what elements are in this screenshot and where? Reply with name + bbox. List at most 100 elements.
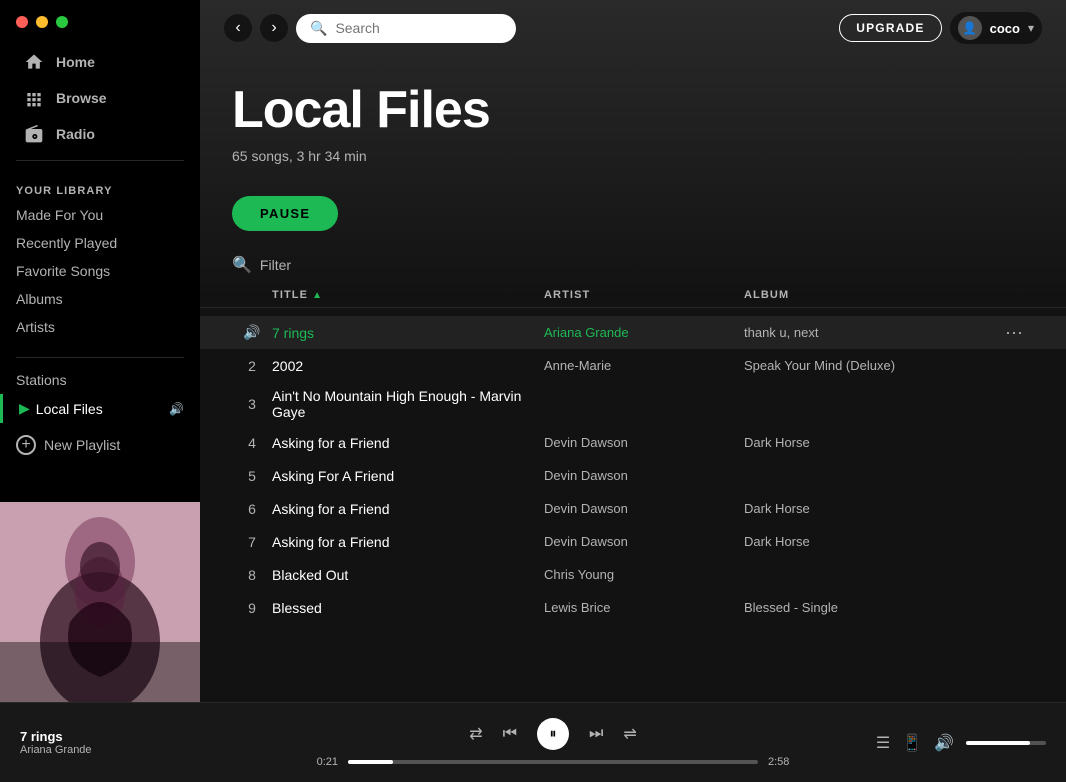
library-label: YOUR LIBRARY	[16, 185, 184, 197]
topbar-right: UPGRADE 👤 coco ▾	[839, 12, 1042, 44]
track-row[interactable]: 7Asking for a FriendDevin DawsonDark Hor…	[200, 525, 1066, 558]
search-icon: 🔍	[310, 20, 327, 37]
sidebar-item-local-files[interactable]: ▶ Local Files 🔊	[0, 394, 200, 423]
new-playlist-button[interactable]: + New Playlist	[0, 423, 200, 467]
column-title[interactable]: TITLE ▲	[272, 289, 544, 301]
topbar-left: ‹ › 🔍	[224, 14, 516, 43]
close-dot[interactable]	[16, 16, 28, 28]
shuffle-button[interactable]: ⇄	[469, 724, 482, 744]
progress-fill	[348, 760, 393, 764]
back-button[interactable]: ‹	[224, 14, 252, 42]
previous-button[interactable]: ⏮	[503, 725, 517, 743]
now-playing-artist: Ariana Grande	[20, 744, 92, 756]
track-album: Dark Horse	[744, 435, 994, 450]
queue-button[interactable]: ☰	[876, 733, 890, 753]
track-artist: Lewis Brice	[544, 600, 744, 615]
bottom-bar: 7 rings Ariana Grande ⇄ ⏮ ⏸ ⏭ ⇌ 0:21 2:5…	[0, 702, 1066, 782]
maximize-dot[interactable]	[56, 16, 68, 28]
local-files-label: Local Files	[36, 401, 103, 417]
search-input[interactable]	[335, 20, 495, 36]
user-menu[interactable]: 👤 coco ▾	[950, 12, 1042, 44]
album-art-image	[0, 502, 200, 702]
sidebar-item-recently-played[interactable]: Recently Played	[16, 229, 184, 257]
pause-button[interactable]: PAUSE	[232, 196, 338, 231]
player-controls: ⇄ ⏮ ⏸ ⏭ ⇌	[469, 718, 637, 750]
sidebar-item-home-label: Home	[56, 54, 95, 70]
sidebar-item-browse-label: Browse	[56, 90, 107, 106]
device-picker-button[interactable]: 📱	[902, 733, 922, 753]
track-number: 4	[232, 435, 272, 451]
track-number: 9	[232, 600, 272, 616]
sort-arrow-icon: ▲	[312, 290, 323, 301]
filter-search-icon: 🔍	[232, 255, 252, 275]
playlist-actions: PAUSE	[200, 180, 1066, 247]
forward-button[interactable]: ›	[260, 14, 288, 42]
main-content: ‹ › 🔍 UPGRADE 👤 coco ▾ Local Files 65 so…	[200, 0, 1066, 702]
sidebar-item-artists[interactable]: Artists	[16, 313, 184, 341]
track-artist: Devin Dawson	[544, 435, 744, 450]
sidebar-item-stations[interactable]: Stations	[0, 366, 200, 394]
volume-bar[interactable]	[966, 741, 1046, 745]
sound-playing-icon: ▶	[19, 400, 30, 417]
track-title: Asking For A Friend	[272, 468, 544, 484]
divider-2	[16, 357, 184, 358]
column-artist: ARTIST	[544, 289, 744, 301]
radio-icon	[24, 124, 44, 144]
sidebar-item-radio-label: Radio	[56, 126, 95, 142]
playlist-header: Local Files 65 songs, 3 hr 34 min	[200, 56, 1066, 180]
track-row[interactable]: 22002Anne-MarieSpeak Your Mind (Deluxe)·…	[200, 349, 1066, 382]
play-pause-button[interactable]: ⏸	[537, 718, 569, 750]
playlist-meta: 65 songs, 3 hr 34 min	[232, 148, 1034, 164]
sidebar-item-browse[interactable]: Browse	[8, 80, 192, 116]
sidebar-album-art	[0, 502, 200, 702]
total-time: 2:58	[768, 756, 803, 768]
track-row[interactable]: 8Blacked OutChris Young···	[200, 558, 1066, 591]
next-button[interactable]: ⏭	[589, 725, 603, 743]
volume-fill	[966, 741, 1030, 745]
progress-bar[interactable]	[348, 760, 758, 764]
playlist-title: Local Files	[232, 80, 1034, 140]
track-title: Asking for a Friend	[272, 501, 544, 517]
track-row[interactable]: 🔊7 ringsAriana Grandethank u, next···	[200, 316, 1066, 349]
repeat-button[interactable]: ⇌	[623, 724, 636, 744]
sidebar-item-radio[interactable]: Radio	[8, 116, 192, 152]
track-row[interactable]: 6Asking for a FriendDevin DawsonDark Hor…	[200, 492, 1066, 525]
track-title: Ain't No Mountain High Enough - Marvin G…	[272, 388, 544, 420]
track-row[interactable]: 3Ain't No Mountain High Enough - Marvin …	[200, 382, 1066, 426]
user-name: coco	[990, 21, 1020, 36]
track-artist: Devin Dawson	[544, 501, 744, 516]
now-playing-title: 7 rings	[20, 729, 92, 744]
sidebar-item-made-for-you[interactable]: Made For You	[16, 201, 184, 229]
track-more-button[interactable]: ···	[994, 322, 1034, 343]
track-number: 7	[232, 534, 272, 550]
track-title: 2002	[272, 358, 544, 374]
track-title: Blacked Out	[272, 567, 544, 583]
now-playing: 7 rings Ariana Grande	[20, 729, 280, 756]
upgrade-button[interactable]: UPGRADE	[839, 14, 941, 42]
sidebar-item-albums[interactable]: Albums	[16, 285, 184, 313]
track-artist: Chris Young	[544, 567, 744, 582]
track-number: 2	[232, 358, 272, 374]
track-album: Speak Your Mind (Deluxe)	[744, 358, 994, 373]
plus-icon: +	[16, 435, 36, 455]
track-row[interactable]: 5Asking For A FriendDevin Dawson···	[200, 459, 1066, 492]
track-artist: Devin Dawson	[544, 534, 744, 549]
track-row[interactable]: 4Asking for a FriendDevin DawsonDark Hor…	[200, 426, 1066, 459]
sidebar-item-favorite-songs[interactable]: Favorite Songs	[16, 257, 184, 285]
topbar: ‹ › 🔍 UPGRADE 👤 coco ▾	[200, 0, 1066, 56]
track-list-header: TITLE ▲ ARTIST ALBUM	[200, 283, 1066, 308]
filter-input[interactable]	[260, 257, 460, 273]
track-number: 6	[232, 501, 272, 517]
track-album: Dark Horse	[744, 501, 994, 516]
track-title: Asking for a Friend	[272, 534, 544, 550]
sidebar-item-home[interactable]: Home	[8, 44, 192, 80]
new-playlist-label: New Playlist	[44, 437, 120, 453]
track-artist: Devin Dawson	[544, 468, 744, 483]
track-number: 🔊	[232, 324, 272, 341]
minimize-dot[interactable]	[36, 16, 48, 28]
divider-1	[16, 160, 184, 161]
track-album: thank u, next	[744, 325, 994, 340]
track-number: 8	[232, 567, 272, 583]
volume-button[interactable]: 🔊	[934, 733, 954, 753]
track-row[interactable]: 9BlessedLewis BriceBlessed - Single···	[200, 591, 1066, 624]
